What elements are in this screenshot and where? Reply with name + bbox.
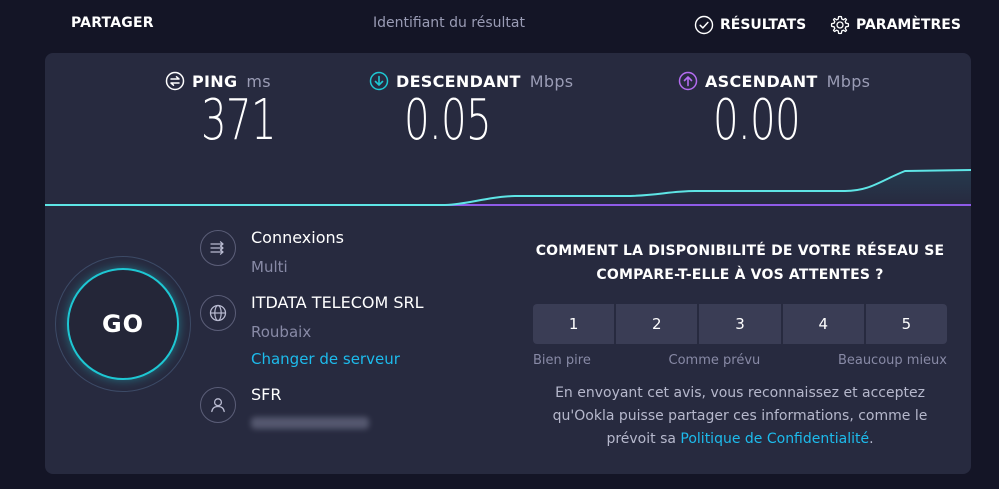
ping-value: 371 bbox=[201, 88, 277, 153]
download-value: 0.05 bbox=[404, 88, 492, 153]
server-location: Roubaix bbox=[251, 323, 312, 341]
connections-icon bbox=[200, 230, 236, 266]
download-unit: Mbps bbox=[529, 71, 574, 91]
upload-metric: ASCENDANT Mbps 0.00 bbox=[678, 71, 870, 149]
settings-button[interactable]: PARAMÈTRES bbox=[830, 15, 961, 35]
survey-disclaimer: En envoyant cet avis, vous reconnaissez … bbox=[533, 382, 947, 451]
rating-option-1[interactable]: 1 bbox=[533, 304, 615, 344]
user-icon bbox=[200, 387, 236, 423]
results-panel: PING ms 371 DESCENDANT Mbps 0.05 ASCENDA… bbox=[45, 53, 971, 474]
connections-value: Multi bbox=[251, 258, 288, 276]
go-button[interactable]: GO bbox=[67, 268, 179, 380]
check-circle-icon bbox=[694, 15, 714, 35]
download-arrow-icon bbox=[369, 71, 389, 91]
isp-name: SFR bbox=[251, 385, 282, 404]
server-provider: ITDATA TELECOM SRL bbox=[251, 293, 424, 312]
settings-label: PARAMÈTRES bbox=[856, 17, 961, 33]
speed-graph bbox=[45, 169, 971, 206]
upload-unit: Mbps bbox=[826, 71, 871, 91]
disclaimer-end: . bbox=[869, 431, 874, 447]
top-bar: PARTAGER Identifiant du résultat RÉSULTA… bbox=[0, 0, 999, 52]
scale-low-label: Bien pire bbox=[533, 353, 591, 368]
survey-question: COMMENT LA DISPONIBILITÉ DE VOTRE RÉSEAU… bbox=[535, 243, 945, 283]
change-server-link[interactable]: Changer de serveur bbox=[251, 350, 400, 368]
ping-icon bbox=[165, 71, 185, 91]
download-metric: DESCENDANT Mbps 0.05 bbox=[369, 71, 573, 149]
ping-metric: PING ms 371 bbox=[165, 71, 305, 149]
rating-option-2[interactable]: 2 bbox=[616, 304, 698, 344]
privacy-policy-link[interactable]: Politique de Confidentialité bbox=[680, 431, 869, 447]
gear-icon bbox=[830, 15, 850, 35]
upload-value: 0.00 bbox=[713, 88, 801, 153]
results-label: RÉSULTATS bbox=[720, 17, 807, 33]
rating-option-4[interactable]: 4 bbox=[782, 304, 864, 344]
rating-option-3[interactable]: 3 bbox=[699, 304, 781, 344]
scale-mid-label: Comme prévu bbox=[668, 353, 761, 368]
connections-label: Connexions bbox=[251, 228, 344, 247]
globe-icon bbox=[200, 295, 236, 331]
rating-options: 1 2 3 4 5 bbox=[533, 304, 948, 344]
results-button[interactable]: RÉSULTATS bbox=[694, 15, 806, 35]
rating-option-5[interactable]: 5 bbox=[865, 304, 948, 344]
share-button[interactable]: PARTAGER bbox=[71, 15, 154, 31]
result-id-label: Identifiant du résultat bbox=[373, 15, 525, 31]
survey-section: COMMENT LA DISPONIBILITÉ DE VOTRE RÉSEAU… bbox=[533, 239, 948, 451]
scale-high-label: Beaucoup mieux bbox=[837, 353, 947, 368]
go-button-wrapper: GO bbox=[55, 256, 191, 392]
download-graph-area bbox=[45, 170, 971, 205]
rating-scale: Bien pire Comme prévu Beaucoup mieux bbox=[533, 353, 947, 368]
redacted-ip bbox=[251, 417, 369, 429]
upload-arrow-icon bbox=[678, 71, 698, 91]
